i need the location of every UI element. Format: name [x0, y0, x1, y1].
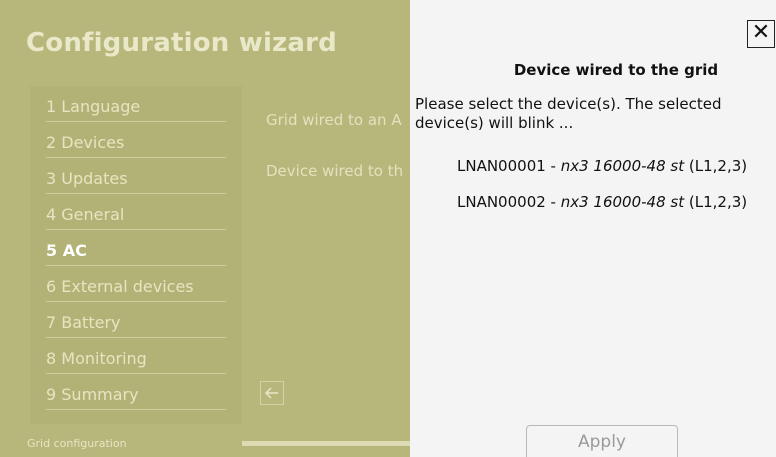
device-item[interactable]: LNAN00002 - nx3 16000-48 st (L1,2,3) — [457, 193, 747, 211]
step-label: 6 External devices — [46, 277, 194, 296]
page-title: Configuration wizard — [26, 28, 337, 58]
close-button[interactable]: ✕ — [747, 20, 775, 48]
dialog-title: Device wired to the grid — [513, 61, 719, 79]
arrow-left-icon — [264, 387, 278, 399]
step-summary[interactable]: 9 Summary — [46, 374, 226, 410]
dialog-description: Please select the device(s). The selecte… — [415, 95, 722, 132]
step-language[interactable]: 1 Language — [46, 86, 226, 122]
apply-button[interactable]: Apply — [526, 425, 678, 457]
footer-section-label: Grid configuration — [27, 437, 127, 450]
step-external-devices[interactable]: 6 External devices — [46, 266, 226, 302]
device-id: LNAN00002 — [457, 193, 546, 211]
device-separator: - — [545, 193, 561, 211]
device-phases: (L1,2,3) — [684, 157, 748, 175]
device-phases: (L1,2,3) — [684, 193, 748, 211]
step-label: 5 AC — [46, 241, 87, 260]
step-general[interactable]: 4 General — [46, 194, 226, 230]
device-id: LNAN00001 — [457, 157, 546, 175]
step-label: 1 Language — [46, 97, 141, 116]
step-label: 9 Summary — [46, 385, 139, 404]
device-item[interactable]: LNAN00001 - nx3 16000-48 st (L1,2,3) — [457, 157, 747, 175]
device-wiring-label: Device wired to th — [266, 162, 404, 180]
wizard-steps-list: 1 Language 2 Devices 3 Updates 4 General… — [30, 86, 242, 424]
step-label: 3 Updates — [46, 169, 128, 188]
device-selection-dialog: ✕ Device wired to the grid Please select… — [410, 0, 776, 457]
progress-bar — [242, 441, 410, 446]
grid-wiring-label: Grid wired to an A — [266, 111, 402, 129]
step-battery[interactable]: 7 Battery — [46, 302, 226, 338]
step-label: 2 Devices — [46, 133, 125, 152]
back-button[interactable] — [260, 381, 284, 405]
device-model: nx3 16000-48 st — [560, 193, 685, 211]
step-label: 8 Monitoring — [46, 349, 147, 368]
step-updates[interactable]: 3 Updates — [46, 158, 226, 194]
step-devices[interactable]: 2 Devices — [46, 122, 226, 158]
close-icon: ✕ — [751, 20, 771, 45]
step-label: 7 Battery — [46, 313, 121, 332]
step-ac[interactable]: 5 AC — [46, 230, 226, 266]
device-model: nx3 16000-48 st — [560, 157, 685, 175]
step-monitoring[interactable]: 8 Monitoring — [46, 338, 226, 374]
device-separator: - — [545, 157, 561, 175]
step-label: 4 General — [46, 205, 125, 224]
